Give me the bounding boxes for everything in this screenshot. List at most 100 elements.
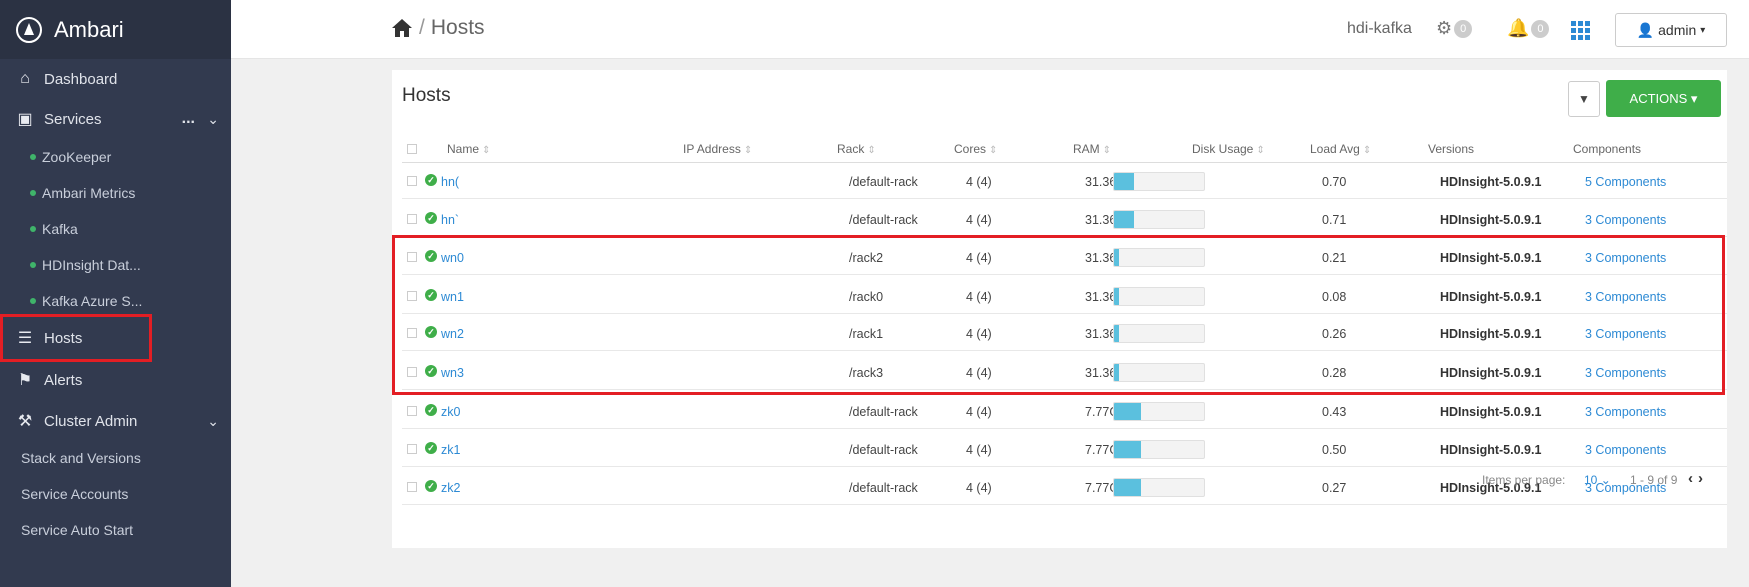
filter-icon: ▼ [1578, 92, 1590, 106]
host-name-link[interactable]: hn` [441, 213, 459, 227]
service-label: Ambari Metrics [42, 185, 136, 201]
disk-usage-fill [1114, 173, 1134, 190]
host-components-link[interactable]: 3 Components [1585, 443, 1666, 457]
host-components-link[interactable]: 3 Components [1585, 213, 1666, 227]
bell-icon: 🔔 [1507, 18, 1530, 38]
col-header-versions: Versions [1428, 142, 1475, 156]
table-row: ✓ hn(/default-rack 4 (4) 31.36GB 0.70 HDInsig… [402, 164, 1727, 199]
ops-button[interactable]: ⚙ 0 [1436, 18, 1473, 39]
select-all-checkbox[interactable] [407, 144, 417, 154]
host-load-avg: 0.70 [1322, 175, 1347, 189]
services-more-button[interactable]: ... [182, 110, 195, 128]
wrench-icon: ⚒ [17, 413, 33, 430]
col-header-components: Components [1573, 142, 1642, 156]
caret-down-icon: ▾ [1700, 24, 1706, 36]
status-dot-icon [30, 154, 36, 160]
disk-usage-fill [1114, 441, 1141, 458]
sidebar-item-label: Cluster Admin [44, 412, 138, 430]
filter-button[interactable]: ▼ [1568, 81, 1600, 117]
next-page-icon[interactable]: › [1698, 470, 1703, 487]
cluster-name: hdi-kafka [1347, 20, 1412, 37]
table-row: ✓ hn`/default-rack 4 (4) 31.36GB 0.71 HDInsig… [402, 202, 1727, 237]
panel-title: Hosts [402, 85, 451, 106]
host-name-link[interactable]: hn( [441, 175, 459, 189]
sidebar-service-auto-start[interactable]: Service Auto Start [21, 522, 133, 538]
host-load-avg: 0.50 [1322, 443, 1347, 457]
header-divider [402, 162, 1727, 163]
col-header-load[interactable]: Load Avg ⇕ [1310, 142, 1371, 156]
host-rack: /default-rack [849, 175, 918, 189]
host-status-ok-icon: ✓ [425, 404, 437, 416]
sidebar-service-zookeeper[interactable]: ZooKeeper [0, 141, 231, 173]
host-load-avg: 0.43 [1322, 405, 1347, 419]
sidebar-stack-versions[interactable]: Stack and Versions [21, 450, 141, 466]
items-per-page-select[interactable]: 10 ⌄ [1584, 473, 1611, 487]
host-load-avg: 0.71 [1322, 213, 1347, 227]
host-rack: /default-rack [849, 405, 918, 419]
row-checkbox[interactable] [407, 406, 417, 416]
col-header-disk[interactable]: Disk Usage ⇕ [1192, 142, 1265, 156]
sidebar-service-kafka[interactable]: Kafka [0, 213, 231, 245]
hosts-highlight-box [0, 314, 152, 362]
sidebar-item-label: Dashboard [44, 70, 118, 88]
ambari-logo-icon [16, 16, 42, 43]
home-icon[interactable] [391, 18, 413, 38]
host-cores: 4 (4) [966, 213, 992, 227]
col-header-ram[interactable]: RAM ⇕ [1073, 142, 1111, 156]
service-label: ZooKeeper [42, 149, 112, 165]
col-header-name[interactable]: Name ⇕ [447, 142, 490, 156]
host-status-ok-icon: ✓ [425, 442, 437, 454]
col-header-ip[interactable]: IP Address ⇕ [683, 142, 752, 156]
chevron-down-icon[interactable]: ⌄ [207, 413, 219, 430]
status-dot-icon [30, 226, 36, 232]
host-version: HDInsight-5.0.9.1 [1440, 175, 1542, 189]
table-row: ✓ zk1/default-rack 4 (4) 7.77GB 0.50 HDInsigh… [402, 432, 1727, 467]
sidebar-item-dashboard[interactable]: ⌂ Dashboard [0, 61, 231, 97]
sidebar-service-hdinsight-dat[interactable]: HDInsight Dat... [0, 249, 231, 281]
breadcrumb: / Hosts [391, 16, 485, 40]
host-status-ok-icon: ✓ [425, 212, 437, 224]
worker-nodes-highlight-box [392, 235, 1725, 395]
col-header-rack[interactable]: Rack ⇕ [837, 142, 876, 156]
host-status-ok-icon: ✓ [425, 174, 437, 186]
views-grid-icon[interactable] [1571, 21, 1591, 40]
host-components-link[interactable]: 5 Components [1585, 175, 1666, 189]
sidebar-item-label: Services [44, 110, 102, 128]
actions-button[interactable]: ACTIONS ▾ [1606, 80, 1721, 117]
host-name-link[interactable]: zk0 [441, 405, 460, 419]
sidebar-item-alerts[interactable]: ⚑ Alerts [0, 362, 231, 398]
host-version: HDInsight-5.0.9.1 [1440, 443, 1542, 457]
pagination: Items per page: 10 ⌄ 1 - 9 of 9 ‹ › [392, 466, 1727, 496]
status-dot-icon [30, 190, 36, 196]
host-components-link[interactable]: 3 Components [1585, 405, 1666, 419]
bell-icon: ⚑ [17, 372, 33, 389]
page-range: 1 - 9 of 9 [1630, 473, 1678, 487]
host-name-link[interactable]: zk1 [441, 443, 460, 457]
page-title: Hosts [430, 16, 485, 39]
ops-count-badge: 0 [1454, 19, 1473, 38]
sidebar-service-kafka-azure[interactable]: Kafka Azure S... [0, 285, 231, 317]
row-checkbox[interactable] [407, 444, 417, 454]
sidebar-item-services[interactable]: ▣ Services ... ⌄ [0, 101, 231, 137]
chevron-down-icon[interactable]: ⌄ [207, 111, 219, 128]
row-checkbox[interactable] [407, 214, 417, 224]
items-per-page-label: Items per page: [1482, 473, 1566, 487]
breadcrumb-separator: / [419, 16, 425, 39]
gear-icon: ⚙ [1436, 18, 1453, 38]
alerts-button[interactable]: 🔔 0 [1507, 18, 1550, 39]
service-label: Kafka [42, 221, 78, 237]
sidebar-service-ambari-metrics[interactable]: Ambari Metrics [0, 177, 231, 209]
col-header-cores[interactable]: Cores ⇕ [954, 142, 997, 156]
sidebar-item-cluster-admin[interactable]: ⚒ Cluster Admin ⌄ [0, 403, 231, 439]
disk-usage-fill [1114, 403, 1141, 420]
host-rack: /default-rack [849, 213, 918, 227]
host-version: HDInsight-5.0.9.1 [1440, 213, 1542, 227]
sidebar-service-accounts[interactable]: Service Accounts [21, 486, 128, 502]
prev-page-icon[interactable]: ‹ [1688, 470, 1693, 487]
row-checkbox[interactable] [407, 176, 417, 186]
host-cores: 4 (4) [966, 405, 992, 419]
user-menu-button[interactable]: 👤 admin ▾ [1615, 13, 1727, 47]
brand[interactable]: Ambari [0, 0, 231, 59]
home-icon: ⌂ [20, 70, 30, 87]
host-cores: 4 (4) [966, 175, 992, 189]
